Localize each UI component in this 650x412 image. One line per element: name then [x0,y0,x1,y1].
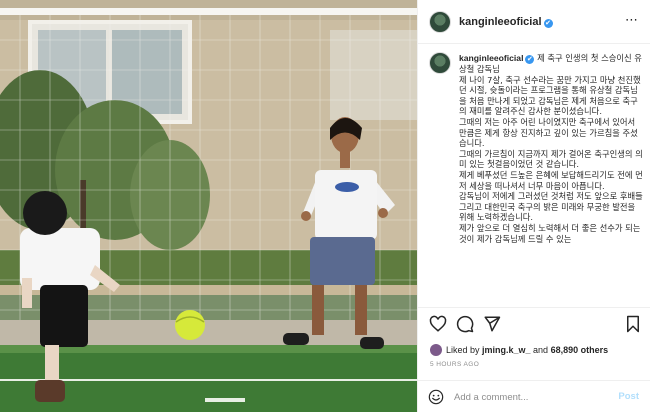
likes-count-link[interactable]: 68,890 others [551,345,609,355]
comment-bar: Post [418,380,650,412]
caption-line: 제가 앞으로 더 열심히 노력해서 더 좋은 선수가 되는 것이 제가 감독님께… [459,222,641,244]
caption-section: kanginleeoficial ✔ 제 축구 인생의 첫 스승이신 유상철 감독… [418,45,650,307]
caption-avatar[interactable] [429,52,451,74]
username-link[interactable]: kanginleeoficial ✔ [459,16,553,28]
share-icon[interactable] [483,315,501,333]
post-detail-panel: kanginleeoficial ✔ ⋯ kanginleeoficial ✔ 제 … [417,0,650,412]
liker-username-link[interactable]: jming.k_w_ [482,345,531,355]
more-options-icon[interactable]: ⋯ [625,12,639,28]
verified-badge-icon: ✔ [543,19,553,28]
comment-icon[interactable] [456,315,474,333]
caption-line: 감독님이 저에게 그러셨던 것처럼 저도 앞으로 후배들 그리고 대한민국 축구… [459,191,643,223]
username-text: kanginleeoficial [459,16,542,28]
post-header: kanginleeoficial ✔ ⋯ [418,0,650,44]
post-timestamp[interactable]: 5 HOURS AGO [430,361,479,368]
caption-line: 제게 베푸셨던 드높은 은혜에 보답해드리기도 전에 먼저 세상을 떠나셔서 너… [459,169,643,191]
comment-input[interactable] [454,389,604,405]
caption-verified-badge-icon: ✔ [525,55,535,64]
emoji-icon[interactable] [428,389,444,405]
post-comment-button[interactable]: Post [618,391,639,402]
bookmark-icon[interactable] [624,315,642,333]
caption-line: 그때의 저는 아주 어린 나이였지만 축구에서 있어서 만큼은 제게 항상 진지… [459,116,638,149]
soccer-ball [175,310,205,340]
likes-summary: Liked by jming.k_w_ and 68,890 others [430,344,608,356]
post-actions: Liked by jming.k_w_ and 68,890 others 5 … [418,307,650,412]
caption-line: 그때의 가르침이 지금까지 제가 걸어온 축구인생의 의미 있는 첫걸음이었던 … [459,148,643,170]
avatar[interactable] [429,11,451,33]
caption-line: 제 나이 7살, 축구 선수라는 꿈만 가지고 마냥 천진했던 시절, 슛돌이라… [459,74,641,117]
liked-by-and: and [530,345,551,355]
liked-by-label: Liked by [446,345,483,355]
liker-avatar[interactable] [430,344,442,356]
caption-text: kanginleeoficial ✔ 제 축구 인생의 첫 스승이신 유상철 감독… [459,53,643,244]
caption-username-link[interactable]: kanginleeoficial [459,53,523,63]
post-photo[interactable] [0,0,417,412]
heart-icon[interactable] [429,315,447,333]
soccer-training-photo [0,0,417,412]
